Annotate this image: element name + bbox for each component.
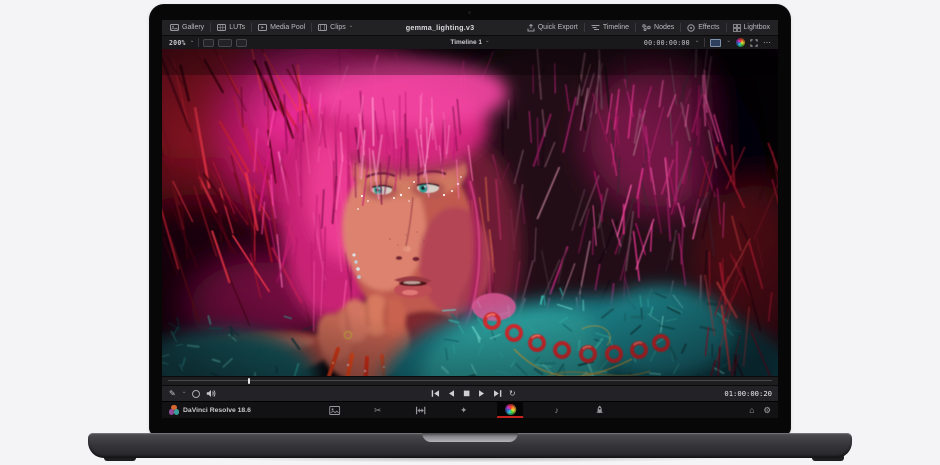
stop-button[interactable] [462, 389, 471, 398]
transport-controls: ↻ [431, 386, 516, 401]
home-button[interactable]: ⌂ [749, 405, 754, 415]
viewer-scrubber[interactable] [162, 376, 778, 385]
nodes-button[interactable]: Nodes [636, 20, 680, 35]
tab-edit[interactable] [411, 402, 430, 418]
lightbox-button[interactable]: Lightbox [727, 20, 776, 35]
right-tool-group: Quick Export Timeline Nodes [521, 20, 778, 35]
record-timecode: 01:00:00:20 [724, 389, 772, 398]
playhead[interactable] [248, 378, 250, 384]
fairlight-page-icon: ♪ [555, 405, 559, 415]
step-back-button[interactable] [447, 389, 455, 398]
media-page-icon [329, 406, 340, 415]
clips-label: Clips [330, 24, 346, 31]
viewer-image [162, 49, 778, 376]
luts-icon [217, 24, 226, 31]
tab-deliver[interactable] [590, 402, 609, 418]
product-shot: Gallery LUTs Media Pool Cl [0, 0, 940, 465]
effects-button[interactable]: Effects [681, 20, 725, 35]
page-bar: DaVinci Resolve 18.6 ✂ ✦ ♪ [162, 401, 778, 418]
annotate-pen-icon[interactable]: ✎ [169, 390, 176, 398]
luts-label: LUTs [229, 24, 245, 31]
chevron-down-icon: ⌄ [726, 39, 731, 45]
media-pool-label: Media Pool [270, 24, 305, 31]
chevron-down-icon: ⌄ [182, 390, 187, 396]
timeline-label: Timeline [603, 24, 629, 31]
transport-right: 01:00:00:20 [724, 386, 772, 401]
clips-icon [318, 24, 327, 31]
gallery-button[interactable]: Gallery [164, 20, 210, 35]
transport-bar: ✎ ⌄ ↻ 01:00:00:20 [162, 385, 778, 401]
tab-color[interactable] [497, 402, 523, 418]
tab-fusion[interactable]: ✦ [454, 402, 473, 418]
gallery-label: Gallery [182, 24, 204, 31]
effects-icon [687, 24, 695, 32]
clips-button[interactable]: Clips ⌄ [312, 20, 359, 35]
play-button[interactable] [478, 389, 486, 398]
color-page-icon [505, 404, 516, 415]
nodes-icon [642, 24, 651, 31]
tab-media[interactable] [325, 402, 344, 418]
fusion-page-icon: ✦ [460, 405, 467, 416]
media-pool-button[interactable]: Media Pool [252, 20, 311, 35]
camera-icon [468, 11, 471, 14]
system-buttons: ⌂ ⚙ [749, 402, 771, 418]
loop-button[interactable]: ↻ [509, 390, 516, 398]
gallery-icon [170, 24, 179, 31]
project-title: gemma_lighting.v3 [359, 23, 520, 32]
timeline-select[interactable]: Timeline 1 [450, 39, 482, 46]
settings-gear-button[interactable]: ⚙ [763, 405, 771, 416]
viewer-toolbar: 200% ⌄ Timeline 1 ⌄ 00:00:00:00 ⌄ ⌄ [162, 35, 778, 49]
edit-page-icon [415, 406, 426, 415]
chevron-down-icon: ⌄ [695, 39, 700, 45]
laptop-display: Gallery LUTs Media Pool Cl [150, 5, 790, 435]
nodes-label: Nodes [654, 24, 674, 31]
left-tool-group: Gallery LUTs Media Pool Cl [162, 20, 359, 35]
tab-fairlight[interactable]: ♪ [547, 402, 566, 418]
davinci-resolve-window: Gallery LUTs Media Pool Cl [162, 20, 778, 418]
transport-left-tools: ✎ ⌄ [169, 386, 216, 401]
timeline-button[interactable]: Timeline [585, 20, 635, 35]
deliver-page-icon [595, 405, 604, 415]
timeline-select-group: Timeline 1 ⌄ [162, 39, 778, 46]
skip-to-end-button[interactable] [493, 389, 502, 398]
scrubber-track[interactable] [168, 380, 772, 381]
chevron-down-icon: ⌄ [485, 39, 490, 45]
top-toolbar: Gallery LUTs Media Pool Cl [162, 20, 778, 35]
quick-export-button[interactable]: Quick Export [521, 20, 584, 35]
lid-lift-notch [422, 433, 518, 442]
tab-cut[interactable]: ✂ [368, 402, 387, 418]
laptop-base [88, 433, 852, 458]
cut-page-icon: ✂ [374, 405, 381, 416]
timeline-icon [591, 24, 600, 31]
luts-button[interactable]: LUTs [211, 20, 251, 35]
quick-export-icon [527, 24, 535, 32]
media-pool-icon [258, 24, 267, 31]
lightbox-icon [733, 24, 741, 32]
page-tabs: ✂ ✦ ♪ [325, 402, 609, 418]
chevron-down-icon: ⌄ [349, 24, 354, 30]
app-version-label: DaVinci Resolve 18.6 [183, 407, 251, 414]
app-identity: DaVinci Resolve 18.6 [162, 405, 251, 415]
lightbox-label: Lightbox [744, 24, 770, 31]
viewer-canvas [162, 49, 778, 376]
audio-speaker-icon[interactable] [206, 389, 216, 398]
effects-label: Effects [698, 24, 719, 31]
bypass-grade-icon[interactable] [192, 390, 200, 398]
skip-to-start-button[interactable] [431, 389, 440, 398]
davinci-resolve-logo-icon [169, 405, 179, 415]
quick-export-label: Quick Export [538, 24, 578, 31]
